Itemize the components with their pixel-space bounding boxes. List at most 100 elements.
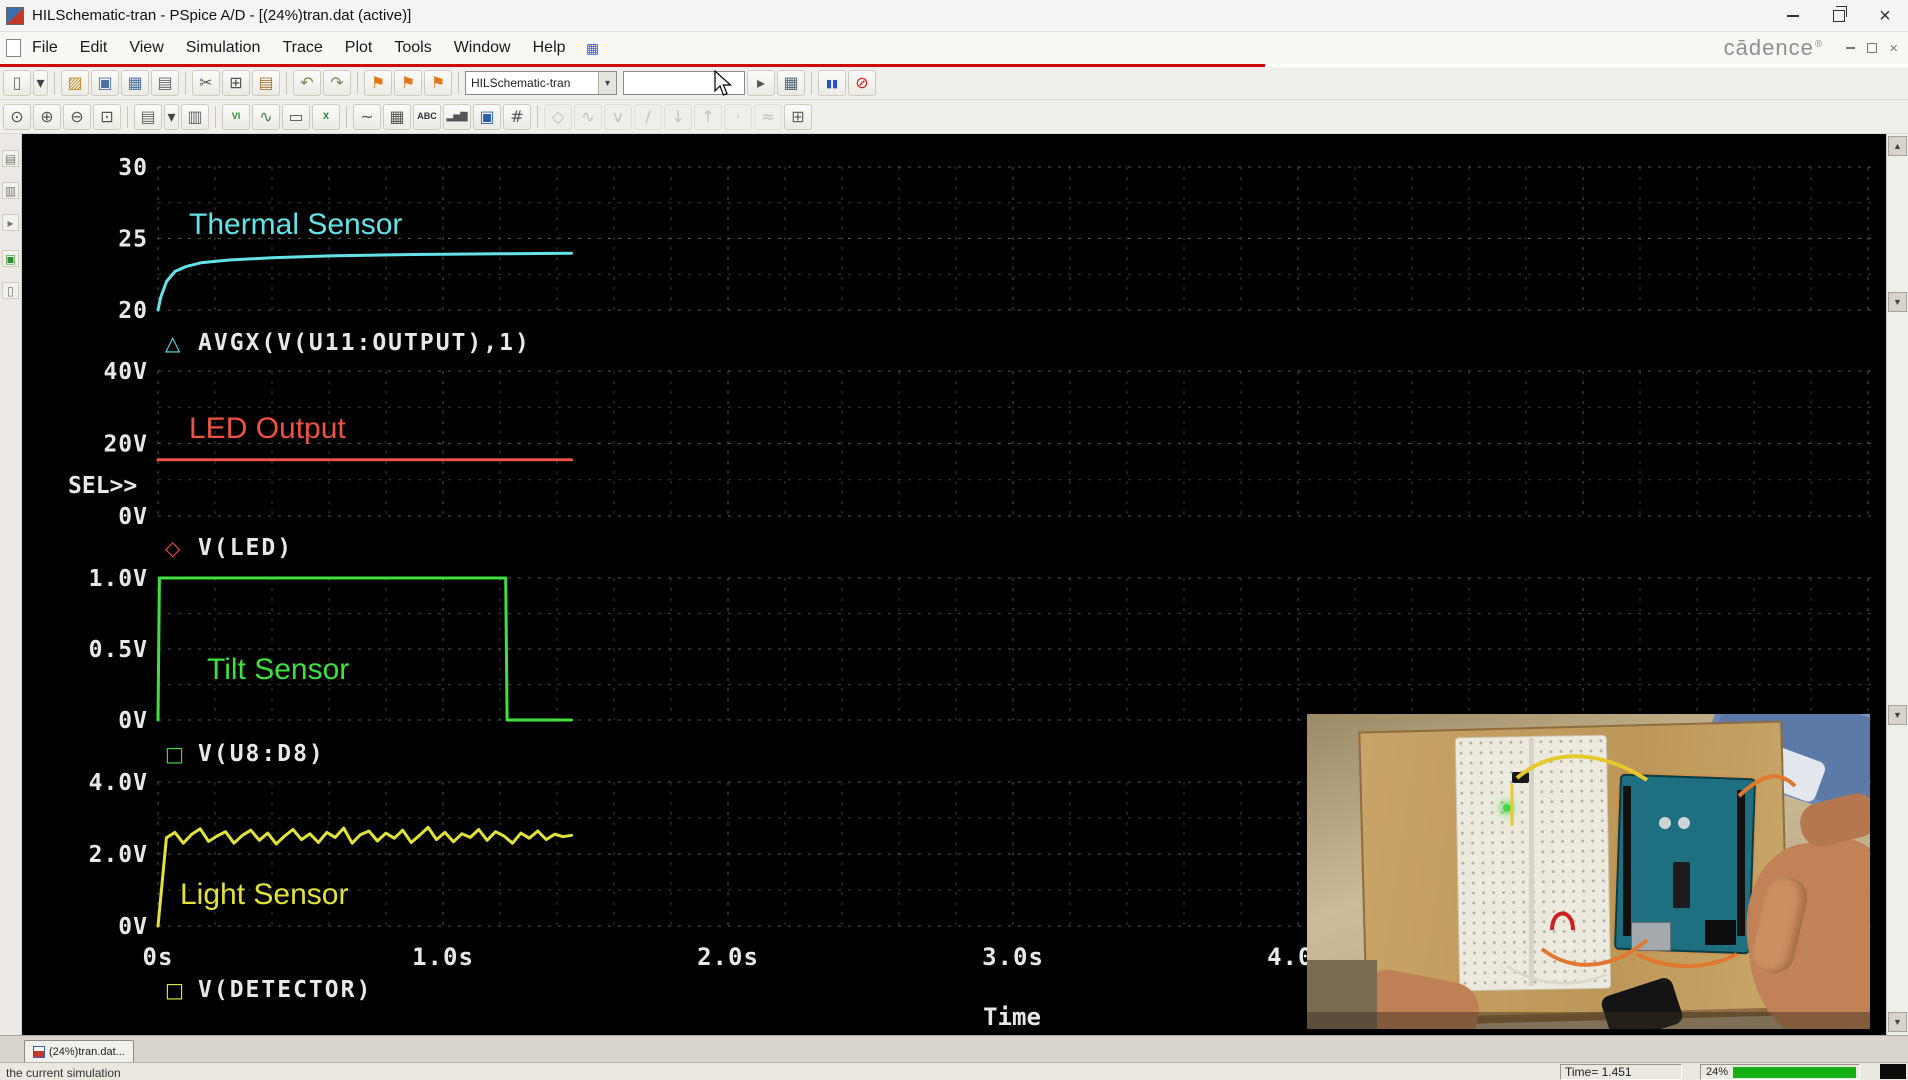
legend-trace-name: AVGX(V(U11:OUTPUT),1) <box>198 330 531 356</box>
open-button[interactable]: ▨ <box>61 70 89 96</box>
toolbar-separator <box>286 72 287 94</box>
export-excel-icon: X <box>322 111 329 121</box>
menu-item-help[interactable]: Help <box>522 39 577 57</box>
down-arrow-icon: ▼ <box>1893 710 1902 720</box>
mdi-close-icon[interactable]: × <box>1889 41 1898 56</box>
cursor-peak-button: ∿ <box>574 103 602 130</box>
save-button[interactable]: ▣ <box>91 70 119 96</box>
schematic-page-button[interactable]: ▤ <box>2 150 19 167</box>
cursor-peak-icon: ∿ <box>581 106 595 126</box>
view-results-button[interactable]: ▦ <box>777 70 805 96</box>
undo-button[interactable]: ↶ <box>293 70 321 96</box>
photo-wire-orange <box>1540 938 1649 967</box>
mark-voltage-button[interactable]: VI <box>222 103 250 130</box>
grid-button[interactable]: # <box>503 103 531 130</box>
cursor-point-icon: · <box>735 106 741 126</box>
zoom-out-button[interactable]: ⊖ <box>63 103 91 130</box>
text-label-icon: ABC <box>417 111 437 121</box>
page-settings-button[interactable]: ▤ <box>134 103 162 130</box>
stop-icon: ⊘ <box>855 73 869 92</box>
docked-toolbar-icon[interactable]: ▦ <box>583 40 603 56</box>
scroll-down-button-2[interactable]: ▼ <box>1888 705 1907 725</box>
close-button[interactable]: × <box>1862 0 1908 31</box>
cut-icon: ✂ <box>199 73 213 92</box>
zoom-in-icon: ⊕ <box>40 106 54 126</box>
menu-item-tools[interactable]: Tools <box>383 39 442 57</box>
menu-item-simulation[interactable]: Simulation <box>175 39 272 57</box>
pause-button[interactable]: ▮▮ <box>818 70 846 96</box>
scroll-up-button[interactable]: ▲ <box>1888 136 1907 156</box>
time-axis-label: Time <box>983 1003 1041 1031</box>
y-tick-label: 4.0V <box>89 770 148 796</box>
menu-bar: File Edit View Simulation Trace Plot Tools Wind… <box>0 32 1908 64</box>
tab-tran-dat[interactable]: (24%)tran.dat... <box>24 1040 134 1063</box>
y-tick-label: 0V <box>118 914 148 940</box>
mdi-restore-icon[interactable] <box>1867 43 1878 53</box>
active-tool-button[interactable]: ▣ <box>2 250 19 267</box>
cursor-max-icon: ↑ <box>701 106 715 126</box>
paste-button[interactable]: ▤ <box>252 70 280 96</box>
run-tool-button[interactable]: ▸ <box>2 214 19 231</box>
legend-trace-name: V(DETECTOR) <box>198 977 372 1003</box>
progress-bar <box>1733 1066 1856 1078</box>
down-arrow-icon: ▼ <box>1893 297 1902 307</box>
zoom-area-button[interactable]: ⊡ <box>93 103 121 130</box>
menu-item-plot[interactable]: Plot <box>334 39 384 57</box>
fourier-button[interactable]: ~ <box>353 103 381 130</box>
copy-plot-button[interactable]: ▥ <box>181 103 209 130</box>
blank-page-button[interactable]: ▯ <box>2 282 19 299</box>
eval-measurement-button[interactable]: ▭ <box>282 103 310 130</box>
trace-annotation: Light Sensor <box>180 878 348 911</box>
mark-label-button[interactable]: ⊞ <box>784 103 812 130</box>
camera-inset <box>1307 714 1870 1029</box>
new-file-dropdown[interactable]: ▾ <box>33 70 48 96</box>
cut-button[interactable]: ✂ <box>192 70 220 96</box>
trace-annotation: Tilt Sensor <box>207 653 349 686</box>
log-x-button[interactable]: ▣ <box>473 103 501 130</box>
performance-button[interactable]: ▦ <box>383 103 411 130</box>
layers-button[interactable]: ▥ <box>2 182 19 199</box>
stop-button[interactable]: ⊘ <box>848 70 876 96</box>
restore-button[interactable] <box>1816 0 1862 31</box>
minimize-button[interactable] <box>1770 0 1816 31</box>
redo-button[interactable]: ↷ <box>323 70 351 96</box>
chevron-down-icon[interactable]: ▾ <box>598 72 616 94</box>
plot-histogram-button[interactable]: ▂▅▇ <box>443 103 471 130</box>
vertical-scrollbar[interactable]: ▲ ▼ ▼ ▼ <box>1886 134 1908 1035</box>
copy-button[interactable]: ⊞ <box>222 70 250 96</box>
text-label-button[interactable]: ABC <box>413 103 441 130</box>
add-trace-icon: ∿ <box>259 106 273 126</box>
voltage-marker-button[interactable]: ⚑ <box>364 70 392 96</box>
page-settings-dropdown-icon: ▾ <box>167 106 176 126</box>
title-bar: HILSchematic-tran - PSpice A/D - [(24%)t… <box>0 0 1908 32</box>
mdi-minimize-icon[interactable] <box>1846 47 1856 49</box>
photo-shadow <box>1307 1012 1870 1029</box>
scroll-down-button-1[interactable]: ▼ <box>1888 292 1907 312</box>
add-trace-button[interactable]: ∿ <box>252 103 280 130</box>
cursor-search-button: ≈ <box>754 103 782 130</box>
scroll-down-button-3[interactable]: ▼ <box>1888 1012 1907 1032</box>
minimize-icon <box>1787 14 1799 17</box>
zoom-in-button[interactable]: ⊕ <box>33 103 61 130</box>
run-simulation-icon: ▸ <box>756 73 766 92</box>
export-excel-button[interactable]: X <box>312 103 340 130</box>
zoom-tool-button[interactable]: ⊙ <box>3 103 31 130</box>
simulation-profile-select[interactable]: HILSchematic-tran ▾ <box>465 71 617 95</box>
menu-item-edit[interactable]: Edit <box>69 39 119 57</box>
menu-item-trace[interactable]: Trace <box>271 39 333 57</box>
menu-item-file[interactable]: File <box>21 39 69 57</box>
photo-wire-orange-2 <box>1636 952 1738 968</box>
print-button[interactable]: ▤ <box>151 70 179 96</box>
current-marker-button[interactable]: ⚑ <box>394 70 422 96</box>
page-settings-dropdown[interactable]: ▾ <box>164 103 179 130</box>
power-marker-button[interactable]: ⚑ <box>424 70 452 96</box>
new-file-button[interactable]: ▯ <box>3 70 31 96</box>
status-bar: the current simulation Time= 1.451 24% <box>0 1062 1908 1080</box>
menu-item-view[interactable]: View <box>118 39 174 57</box>
photo-wire-orange-3 <box>1737 774 1797 798</box>
cursor-search-icon: ≈ <box>761 106 775 126</box>
menu-item-window[interactable]: Window <box>443 39 522 57</box>
run-simulation-button[interactable]: ▸ <box>747 70 775 96</box>
trace-annotation: Thermal Sensor <box>189 208 402 241</box>
save-all-button[interactable]: ▦ <box>121 70 149 96</box>
